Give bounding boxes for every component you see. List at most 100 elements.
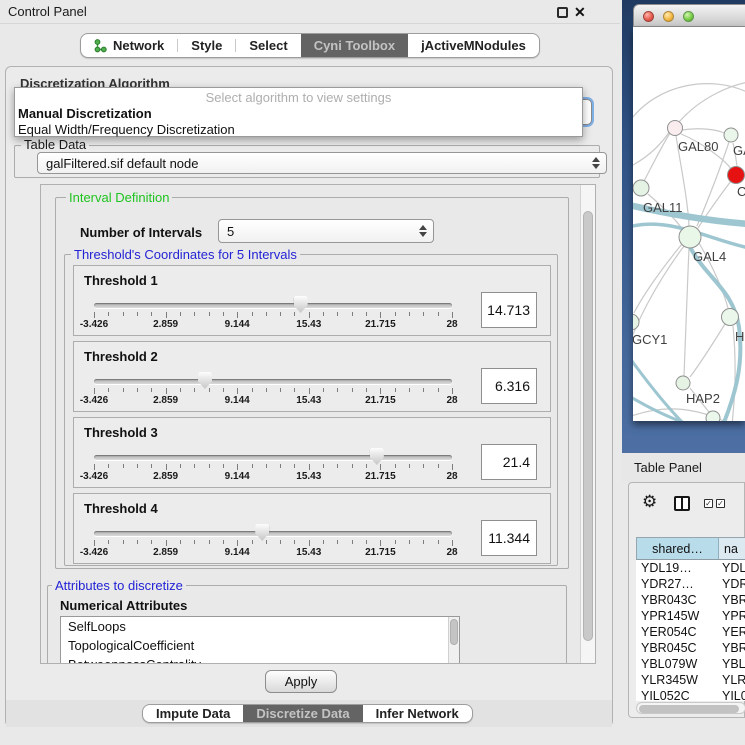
float-window-icon[interactable]	[557, 7, 568, 18]
tick-mark	[309, 540, 310, 546]
network-node-ga[interactable]	[724, 128, 738, 142]
tick-mark	[123, 540, 124, 544]
cell-name: YBR0	[718, 641, 745, 655]
node-table[interactable]: shared… na YDL19…YDL1YDR27…YDR2YBR043CYB…	[636, 537, 745, 700]
tick-mark	[94, 312, 95, 318]
mac-minimize-icon[interactable]	[663, 11, 674, 22]
cell-name: YBL0	[718, 657, 745, 671]
tab-infer-network[interactable]: Infer Network	[363, 705, 472, 722]
table-row[interactable]: YPR145WYPR1	[636, 608, 745, 624]
table-row[interactable]: YER054CYER0	[636, 624, 745, 640]
tab-impute-data[interactable]: Impute Data	[143, 705, 243, 722]
threshold-slider-thumb[interactable]	[255, 524, 269, 541]
threshold-value-field[interactable]: 11.344	[481, 520, 537, 556]
attribute-item[interactable]: BetweennessCentrality	[61, 655, 459, 664]
tab-jactivemnodules[interactable]: jActiveMNodules	[408, 34, 539, 57]
tick-mark	[194, 464, 195, 468]
table-row[interactable]: YBR045CYBR0	[636, 640, 745, 656]
control-panel-title: Control Panel	[8, 0, 87, 24]
tick-mark	[137, 540, 138, 544]
node-label: GAL11	[643, 200, 683, 215]
threshold-slider-thumb[interactable]	[198, 372, 212, 389]
table-row[interactable]: YBL079WYBL0	[636, 656, 745, 672]
threshold-slider-thumb[interactable]	[370, 448, 384, 465]
checkbox-icon[interactable]: ✓	[716, 499, 725, 508]
network-node-hap2[interactable]	[676, 376, 690, 390]
mac-zoom-icon[interactable]	[683, 11, 694, 22]
table-row[interactable]: YDL19…YDL1	[636, 560, 745, 576]
number-of-intervals-combobox[interactable]: 5	[218, 219, 434, 243]
table-data-group: Table Data galFiltered.sif default node	[14, 145, 600, 178]
threshold-slider-track[interactable]	[94, 531, 452, 536]
table-body[interactable]: YDL19…YDL1YDR27…YDR2YBR043CYBR0YPR145WYP…	[636, 560, 745, 701]
tick-mark	[151, 464, 152, 468]
network-node-gcy1[interactable]	[633, 314, 639, 330]
tick-mark	[151, 540, 152, 544]
threshold-slider-track[interactable]	[94, 379, 452, 384]
horizontal-scrollbar[interactable]	[636, 702, 745, 714]
tick-label: -3.426	[69, 547, 119, 558]
tick-mark	[294, 388, 295, 392]
tick-mark	[252, 540, 253, 544]
algorithm-option[interactable]: Manual Discretization	[18, 106, 152, 121]
node-label: C	[737, 184, 745, 199]
tab-discretize-data[interactable]: Discretize Data	[243, 705, 362, 722]
columns-icon[interactable]	[674, 496, 690, 511]
network-node-gal11[interactable]	[633, 180, 649, 196]
tick-label: 9.144	[212, 319, 262, 330]
combo-stepper-icon[interactable]	[418, 224, 427, 238]
threshold-value-field[interactable]: 14.713	[481, 292, 537, 328]
table-data-combobox[interactable]: galFiltered.sif default node	[37, 152, 607, 174]
checkbox-icon[interactable]: ✓	[704, 499, 713, 508]
tick-label: 15.43	[284, 471, 334, 482]
table-header-row[interactable]: shared… na	[636, 537, 745, 560]
tick-label: 2.859	[141, 547, 191, 558]
scrollbar-thumb[interactable]	[639, 705, 739, 713]
tick-mark	[366, 312, 367, 316]
scrollbar-thumb[interactable]	[583, 211, 593, 641]
tick-label: -3.426	[69, 471, 119, 482]
tick-mark	[123, 464, 124, 468]
threshold-slider-track[interactable]	[94, 455, 452, 460]
network-node-gal4[interactable]	[679, 226, 701, 248]
network-window-titlebar[interactable]	[633, 4, 745, 27]
attribute-item[interactable]: SelfLoops	[61, 617, 459, 636]
network-node[interactable]	[706, 411, 720, 421]
tab-network[interactable]: Network	[81, 34, 177, 57]
threshold-value-field[interactable]: 6.316	[481, 368, 537, 404]
algorithm-option[interactable]: Equal Width/Frequency Discretization	[18, 122, 235, 137]
network-node-c[interactable]	[728, 167, 745, 184]
numerical-attributes-list[interactable]: SelfLoopsTopologicalCoefficientBetweenne…	[60, 616, 460, 664]
column-header-name[interactable]: na	[719, 538, 745, 559]
threshold-slider-track[interactable]	[94, 303, 452, 308]
attribute-item[interactable]: TopologicalCoefficient	[61, 636, 459, 655]
tick-mark	[438, 464, 439, 468]
network-canvas[interactable]: GAL80GACGAL11GAL4GCY1HHAP2	[633, 27, 745, 421]
table-row[interactable]: YBR043CYBR0	[636, 592, 745, 608]
combo-stepper-icon[interactable]	[591, 156, 600, 170]
threshold-value-field[interactable]: 21.4	[481, 444, 537, 480]
number-of-intervals-label: Number of Intervals	[80, 225, 202, 240]
table-row[interactable]: YDR27…YDR2	[636, 576, 745, 592]
table-data-value: galFiltered.sif default node	[46, 156, 198, 171]
tick-mark	[166, 312, 167, 318]
list-scrollbar[interactable]	[448, 617, 459, 664]
tab-style[interactable]: Style	[178, 34, 235, 57]
apply-button[interactable]: Apply	[265, 670, 337, 693]
vertical-scrollbar[interactable]	[580, 185, 595, 663]
cell-name: YDL1	[718, 561, 745, 575]
table-row[interactable]: YLR345WYLR3	[636, 672, 745, 688]
tab-select[interactable]: Select	[236, 34, 300, 57]
tick-mark	[223, 312, 224, 316]
tab-cyni-toolbox[interactable]: Cyni Toolbox	[301, 34, 408, 57]
network-node-h[interactable]	[722, 309, 739, 326]
table-row[interactable]: YIL052CYIL0	[636, 688, 745, 701]
mac-close-icon[interactable]	[643, 11, 654, 22]
tick-mark	[223, 388, 224, 392]
threshold-slider-thumb[interactable]	[294, 296, 308, 313]
gear-icon[interactable]: ⚙	[642, 492, 657, 512]
close-icon[interactable]: ✕	[574, 2, 586, 22]
column-header-shared-name[interactable]: shared…	[637, 538, 719, 559]
tick-mark	[151, 388, 152, 392]
network-node-gal80[interactable]	[668, 121, 683, 136]
